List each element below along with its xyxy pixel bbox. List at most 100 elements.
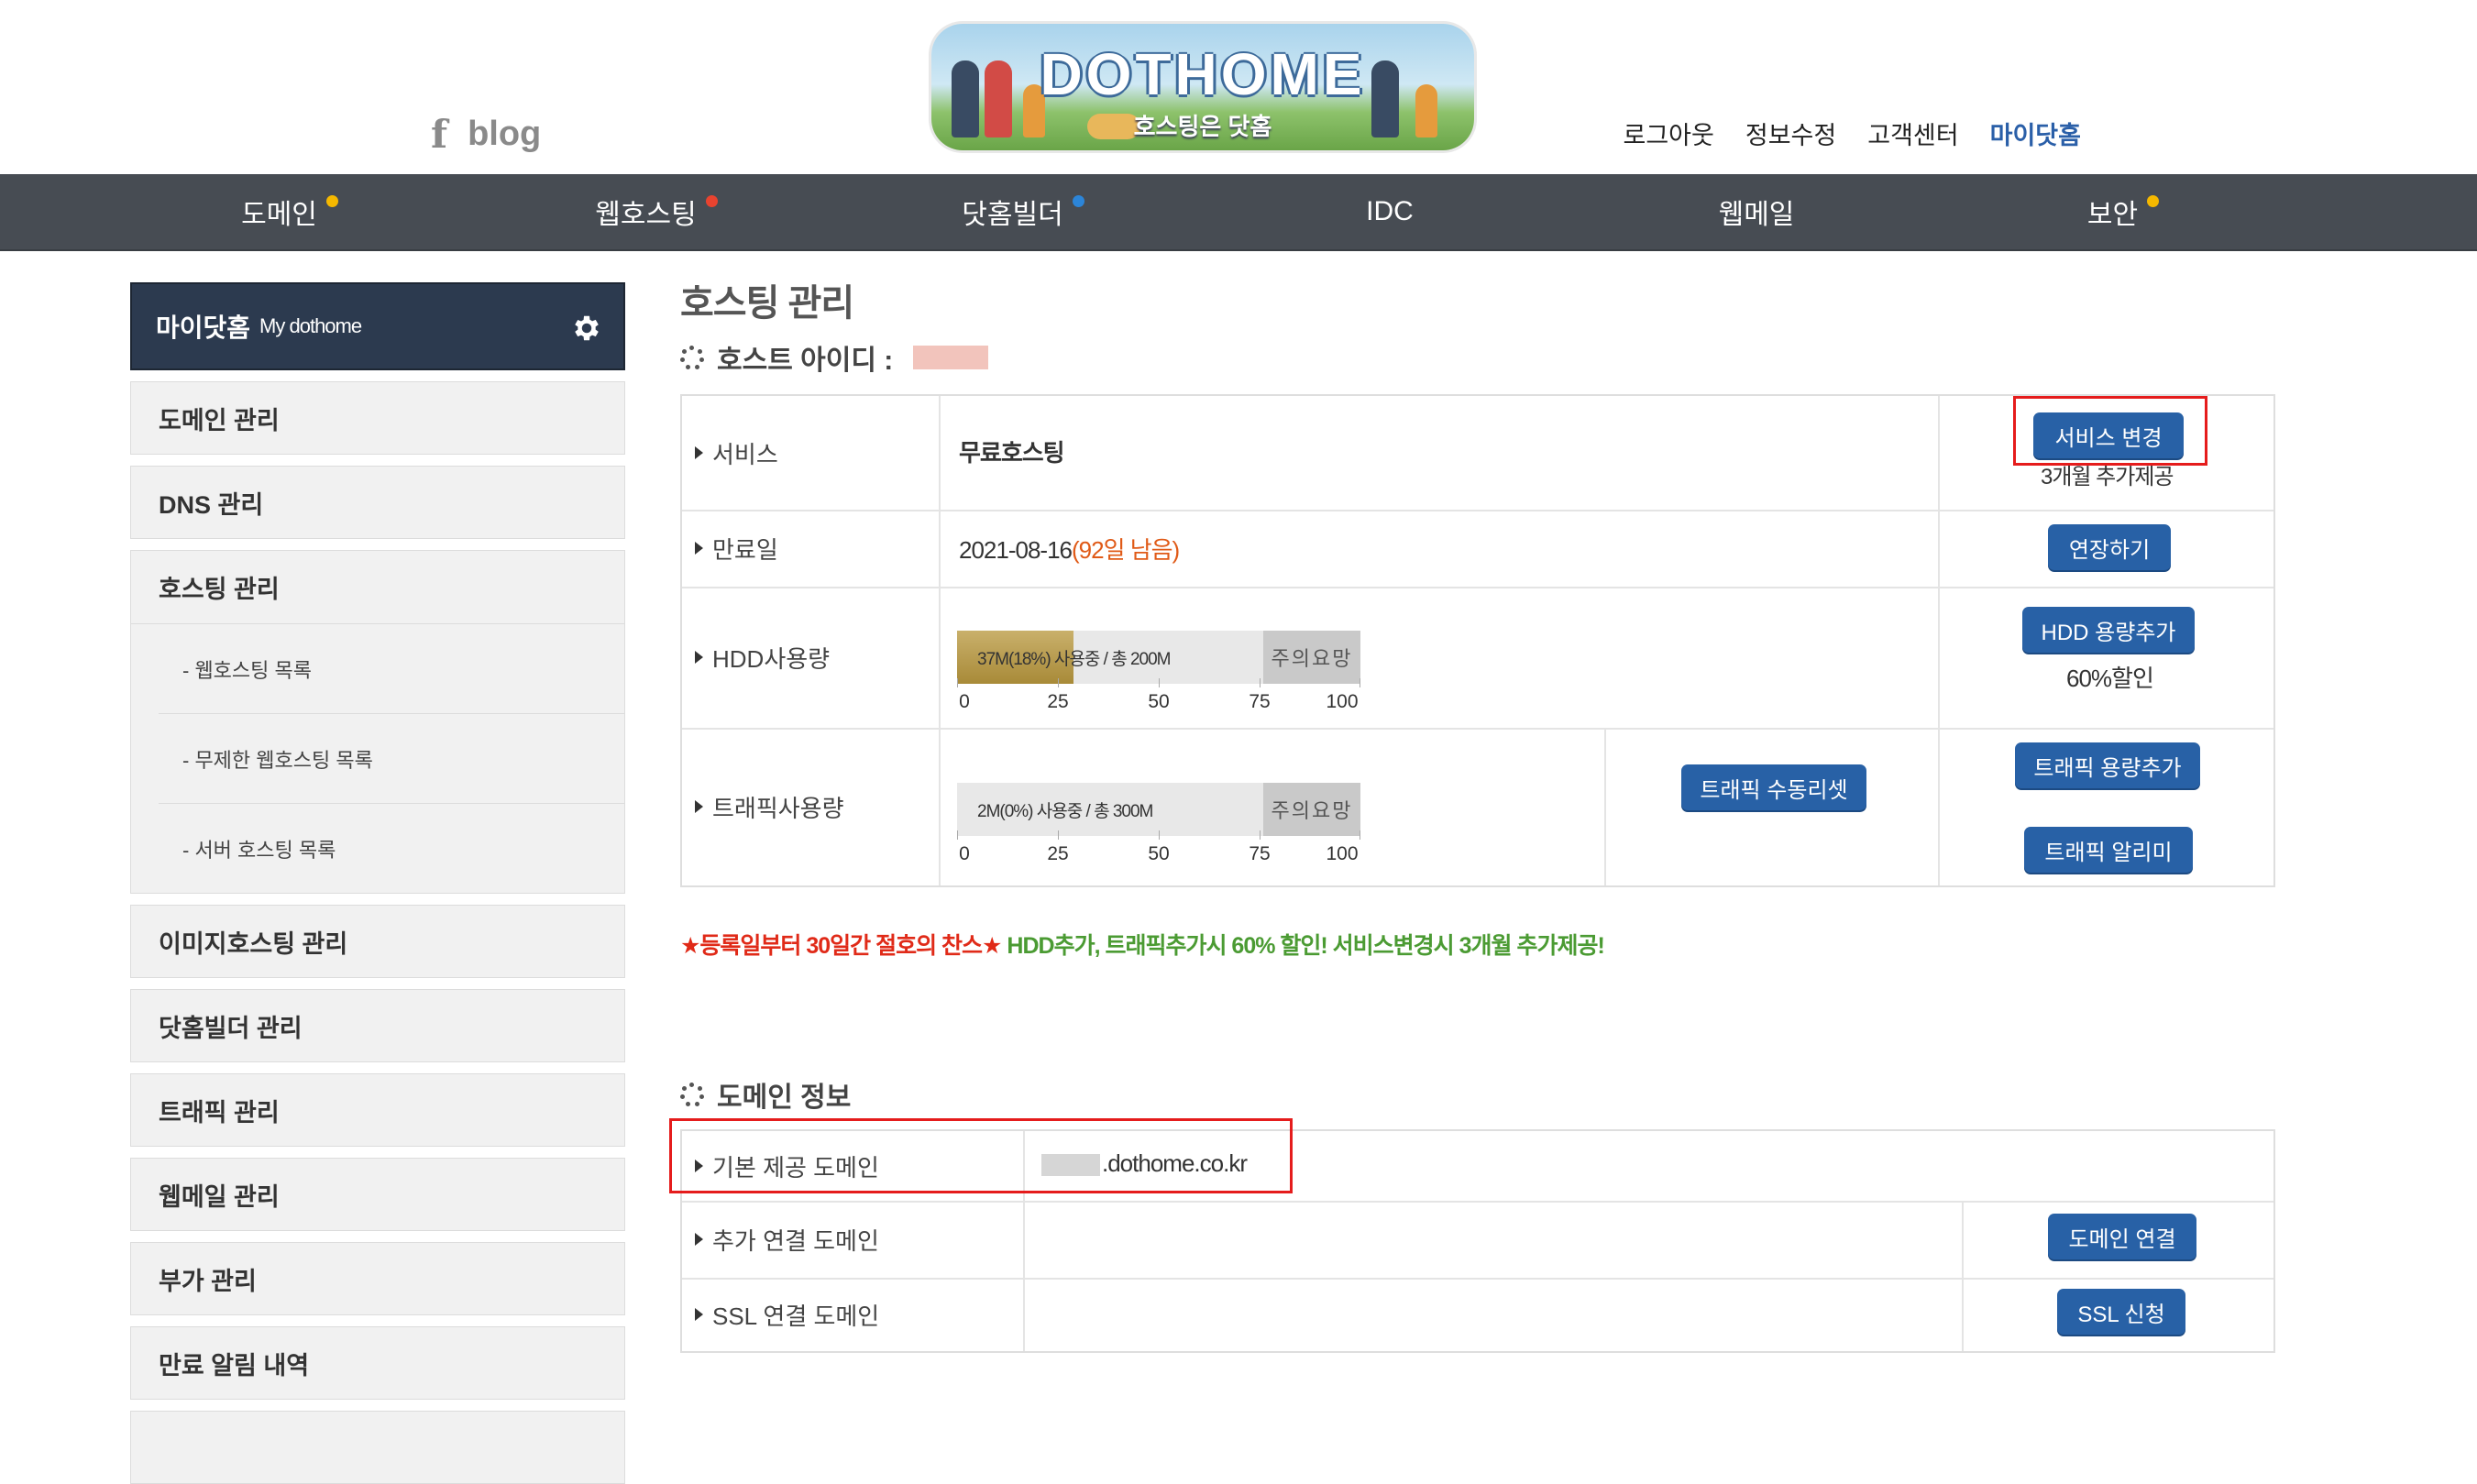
traffic-alarm-button[interactable]: 트래픽 알리미 (2024, 827, 2193, 873)
tick-label: 0 (959, 691, 970, 712)
ssl-apply-button[interactable]: SSL 신청 (2057, 1289, 2185, 1335)
sidebar-sub-server[interactable]: - 서버 호스팅 목록 (159, 804, 624, 893)
divider (1938, 587, 1940, 728)
expiry-label: 만료일 (682, 510, 941, 587)
sidebar: 마이닷홈 My dothome 도메인 관리 DNS 관리 호스팅 관리 - 웹… (130, 282, 625, 1484)
connect-domain-button[interactable]: 도메인 연결 (2048, 1214, 2196, 1259)
nav-label: 보안 (2086, 200, 2139, 230)
divider (1938, 510, 1940, 587)
divider (1938, 396, 1940, 510)
extra-domain-label: 추가 연결 도메인 (682, 1201, 1025, 1278)
top-links: 로그아웃 정보수정 고객센터 마이닷홈 (1624, 115, 2082, 151)
logo-title: DOTHOME (1040, 41, 1366, 107)
nav-dot (325, 194, 338, 207)
promo-red: ★등록일부터 30일간 절호의 찬스★ (680, 933, 1002, 959)
sidebar-item-addon[interactable]: 부가 관리 (130, 1242, 625, 1315)
hdd-usage-text: 37M(18%) 사용중 / 총 200M (977, 649, 1171, 669)
page-title: 호스팅 관리 (680, 283, 854, 324)
traffic-add-button[interactable]: 트래픽 용량추가 (2015, 742, 2200, 788)
sidebar-header: 마이닷홈 My dothome (130, 282, 625, 370)
tick-label: 50 (1148, 843, 1170, 864)
tick-label: 25 (1047, 843, 1069, 864)
host-id-label: 호스트 아이디 : (717, 346, 894, 376)
traffic-scale: 0 25 50 75 100 (957, 830, 1360, 867)
hdd-add-button[interactable]: HDD 용량추가 (2022, 607, 2195, 653)
facebook-icon[interactable]: f (431, 112, 447, 157)
sidebar-item-expiry-alerts[interactable]: 만료 알림 내역 (130, 1326, 625, 1400)
nav-webhosting[interactable]: 웹호스팅 (473, 174, 840, 249)
traffic-reset-button[interactable]: 트래픽 수동리셋 (1681, 764, 1866, 810)
site-header: f blog DOTHOME 호스팅은 닷홈 로그아웃 정보수정 고객센터 마이… (0, 0, 2477, 174)
sidebar-group-hosting: 호스팅 관리 - 웹호스팅 목록 - 무제한 웹호스팅 목록 - 서버 호스팅 … (130, 550, 625, 894)
nav-webmail[interactable]: 웹메일 (1573, 174, 1940, 249)
extend-button[interactable]: 연장하기 (2048, 524, 2171, 570)
hdd-discount-note: 60%할인 (2066, 665, 2154, 692)
my-dothome-link[interactable]: 마이닷홈 (1990, 115, 2081, 151)
table-row: SSL 연결 도메인 SSL 신청 (682, 1278, 2273, 1351)
nav-label: 웹호스팅 (595, 200, 697, 230)
gear-icon[interactable] (570, 312, 603, 345)
divider (1962, 1278, 1964, 1351)
tick-label: 50 (1148, 691, 1170, 712)
table-row: HDD사용량 37M(18%) 사용중 / 총 200M 주의요망 0 25 5… (682, 587, 2273, 730)
table-row: 만료일 2021-08-16(92일 남음) 연장하기 (682, 510, 2273, 588)
edit-info-link[interactable]: 정보수정 (1745, 115, 1836, 151)
hosting-info-table: 서비스 무료호스팅 서비스 변경 3개월 추가제공 만료일 2021-08-16… (680, 394, 2275, 887)
nav-label: IDC (1366, 196, 1414, 226)
sidebar-item-builder[interactable]: 닷홈빌더 관리 (130, 989, 625, 1062)
nav-security[interactable]: 보안 (1940, 174, 2306, 249)
service-value: 무료호스팅 (959, 439, 1065, 467)
sidebar-item-hosting[interactable]: 호스팅 관리 (131, 551, 624, 624)
blog-label[interactable]: blog (468, 115, 541, 154)
hdd-warning-zone: 주의요망 (1263, 631, 1360, 684)
nav-dot (1072, 194, 1084, 207)
logo-subtitle: 호스팅은 닷홈 (1133, 113, 1272, 140)
nav-idc[interactable]: IDC (1206, 174, 1573, 249)
traffic-warning-zone: 주의요망 (1263, 783, 1360, 836)
dothome-logo[interactable]: DOTHOME 호스팅은 닷홈 (931, 24, 1474, 150)
tick-label: 100 (1326, 691, 1359, 712)
blog-link[interactable]: f blog (431, 112, 541, 157)
table-row: 트래픽사용량 2M(0%) 사용중 / 총 300M 주의요망 0 25 50 … (682, 728, 2273, 885)
nav-builder[interactable]: 닷홈빌더 (840, 174, 1206, 249)
table-row: 추가 연결 도메인 도메인 연결 (682, 1201, 2273, 1280)
logout-link[interactable]: 로그아웃 (1624, 115, 1714, 151)
tick-label: 25 (1047, 691, 1069, 712)
sidebar-item-webmail[interactable]: 웹메일 관리 (130, 1158, 625, 1231)
traffic-label: 트래픽사용량 (682, 728, 941, 885)
expiry-value: 2021-08-16(92일 남음) (959, 532, 1180, 566)
sidebar-sub-webhosting[interactable]: - 웹호스팅 목록 (159, 624, 624, 714)
traffic-usage-text: 2M(0%) 사용중 / 총 300M (977, 801, 1153, 821)
nav-domain[interactable]: 도메인 (106, 174, 473, 249)
sidebar-item-dns[interactable]: DNS 관리 (130, 466, 625, 539)
sidebar-item-domain[interactable]: 도메인 관리 (130, 381, 625, 455)
nav-label: 웹메일 (1718, 200, 1795, 230)
sidebar-item-traffic[interactable]: 트래픽 관리 (130, 1073, 625, 1147)
promo-banner: ★등록일부터 30일간 절호의 찬스★ HDD추가, 트래픽추가시 60% 할인… (680, 928, 1605, 961)
highlight-box (669, 1118, 1293, 1193)
ssl-domain-label: SSL 연결 도메인 (682, 1278, 1025, 1351)
divider (1604, 728, 1606, 885)
sidebar-item-more[interactable] (130, 1411, 625, 1484)
sidebar-item-image-hosting[interactable]: 이미지호스팅 관리 (130, 905, 625, 978)
tick-label: 75 (1249, 691, 1271, 712)
expiry-remaining: (92일 남음) (1072, 536, 1180, 564)
nav-label: 닷홈빌더 (962, 200, 1063, 230)
sidebar-title-en: My dothome (259, 314, 362, 337)
highlight-box (2013, 396, 2207, 466)
hdd-label: HDD사용량 (682, 587, 941, 728)
domain-info-label: 도메인 정보 (717, 1083, 852, 1113)
nav-dot (2147, 194, 2160, 207)
host-id-title: 호스트 아이디 : (680, 337, 989, 378)
tick-label: 75 (1249, 843, 1271, 864)
promo-green: HDD추가, 트래픽추가시 60% 할인! 서비스변경시 3개월 추가제공! (1001, 933, 1604, 959)
sidebar-title: 마이닷홈 (156, 313, 251, 342)
hdd-usage-bar: 37M(18%) 사용중 / 총 200M 주의요망 (957, 631, 1360, 684)
hdd-scale: 0 25 50 75 100 (957, 678, 1360, 715)
customer-center-link[interactable]: 고객센터 (1867, 115, 1958, 151)
sidebar-sub-unlimited[interactable]: - 무제한 웹호스팅 목록 (159, 714, 624, 804)
host-id-redacted (913, 346, 989, 369)
domain-info-title: 도메인 정보 (680, 1074, 851, 1115)
nav-label: 도메인 (241, 200, 317, 230)
expiry-date: 2021-08-16 (959, 536, 1073, 564)
